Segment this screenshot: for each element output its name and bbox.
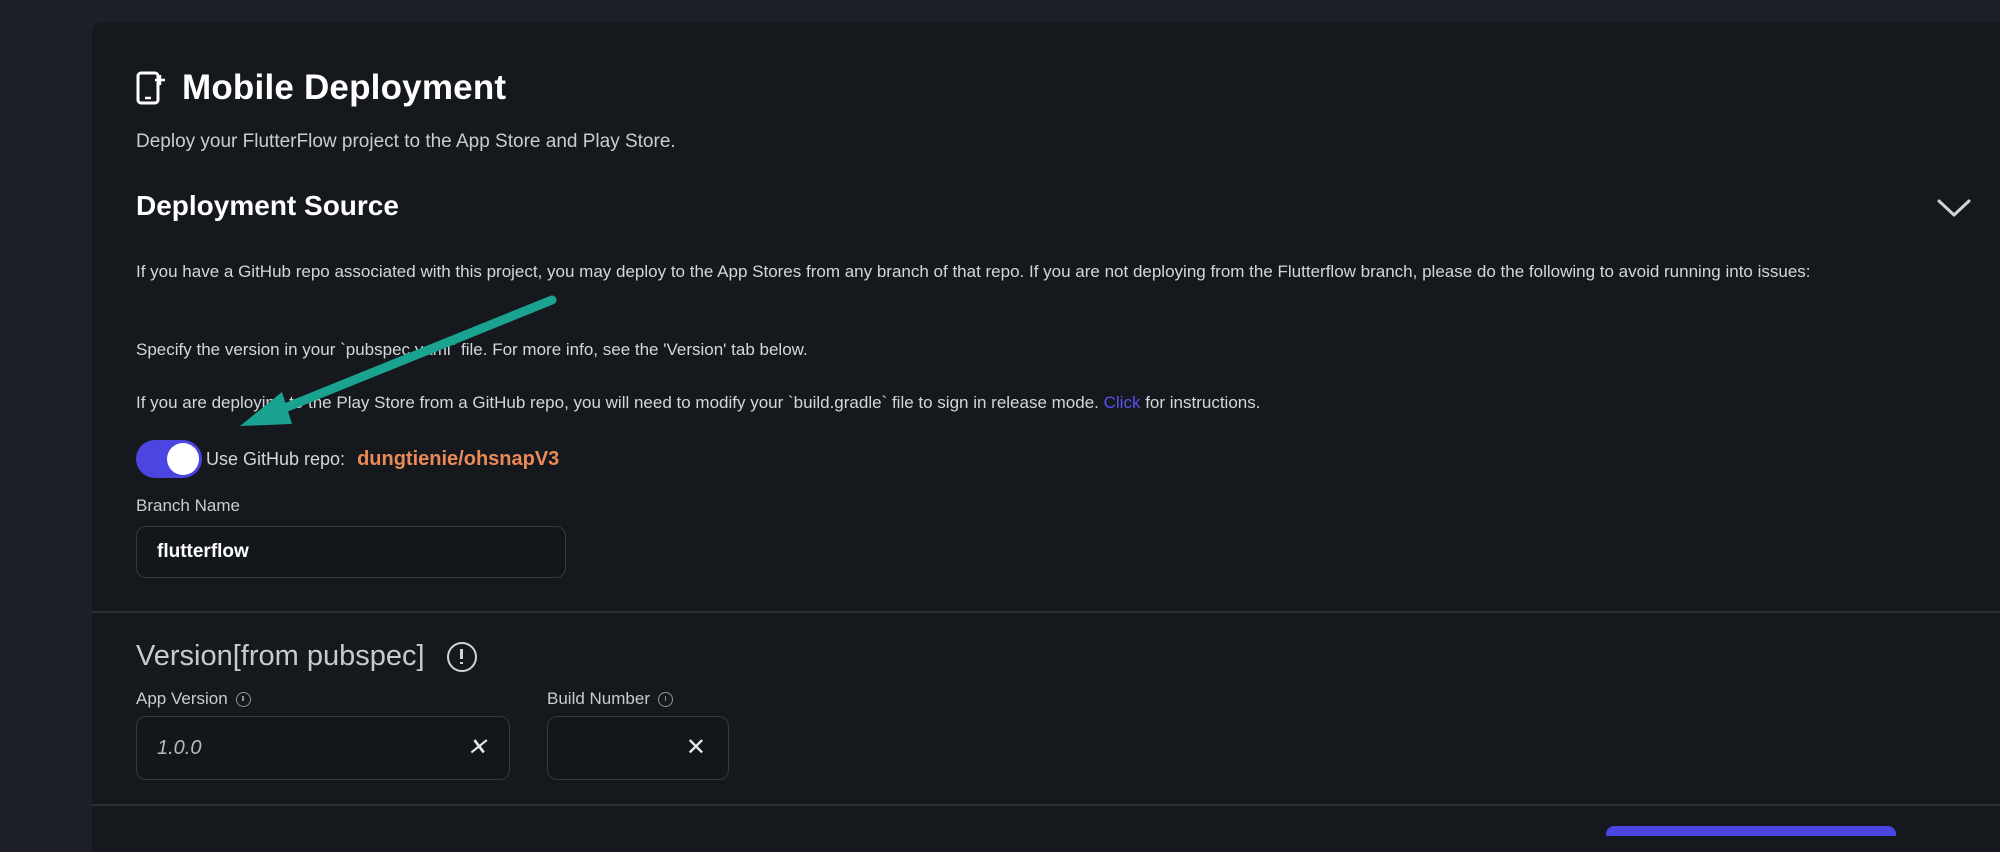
page-header: Mobile Deployment bbox=[136, 68, 506, 108]
page-title: Mobile Deployment bbox=[182, 68, 507, 107]
use-github-repo-toggle[interactable] bbox=[136, 440, 202, 478]
build-number-label: Build Number bbox=[547, 689, 650, 708]
toggle-knob bbox=[167, 443, 199, 475]
version-section-header: Version[from pubspec] bbox=[136, 640, 477, 673]
section-divider-bottom bbox=[92, 804, 2000, 806]
branch-name-label: Branch Name bbox=[136, 496, 240, 515]
deployment-source-title: Deployment Source bbox=[136, 190, 399, 221]
build-number-label-row: Build Number bbox=[547, 689, 673, 709]
build-number-info-icon[interactable] bbox=[658, 691, 673, 707]
use-github-repo-label: Use GitHub repo: bbox=[206, 448, 346, 469]
bottom-action-button[interactable] bbox=[1606, 826, 1896, 836]
instructions-link[interactable]: Click bbox=[1104, 393, 1141, 412]
app-version-input[interactable]: 1.0.0 ✕ bbox=[136, 716, 510, 780]
github-info-text: If you have a GitHub repo associated wit… bbox=[136, 262, 1811, 281]
branch-name-input[interactable]: flutterflow bbox=[136, 526, 566, 578]
app-version-info-icon[interactable] bbox=[235, 691, 251, 707]
gradle-info-after: for instructions. bbox=[1145, 393, 1261, 412]
app-version-label-row: App Version bbox=[136, 689, 251, 709]
app-version-placeholder: 1.0.0 bbox=[157, 736, 202, 759]
device-deploy-icon bbox=[136, 71, 166, 105]
annotation-arrow bbox=[240, 295, 557, 426]
app-version-label: App Version bbox=[136, 689, 228, 708]
version-title: Version[from pubspec] bbox=[136, 640, 425, 672]
branch-name-value: flutterflow bbox=[157, 541, 249, 562]
clear-build-number-icon[interactable]: ✕ bbox=[686, 736, 706, 760]
section-divider bbox=[92, 611, 2000, 613]
repo-name: dungtienie/ohsnapV3 bbox=[357, 447, 560, 470]
info-icon[interactable] bbox=[446, 641, 477, 672]
build-number-input[interactable]: ✕ bbox=[547, 716, 729, 780]
clear-app-version-icon[interactable]: ✕ bbox=[467, 736, 487, 760]
github-repo-toggle-row: Use GitHub repo: dungtienie/ohsnapV3 bbox=[136, 440, 559, 478]
page-subtitle: Deploy your FlutterFlow project to the A… bbox=[136, 131, 676, 152]
chevron-down-icon[interactable] bbox=[1936, 195, 1972, 221]
